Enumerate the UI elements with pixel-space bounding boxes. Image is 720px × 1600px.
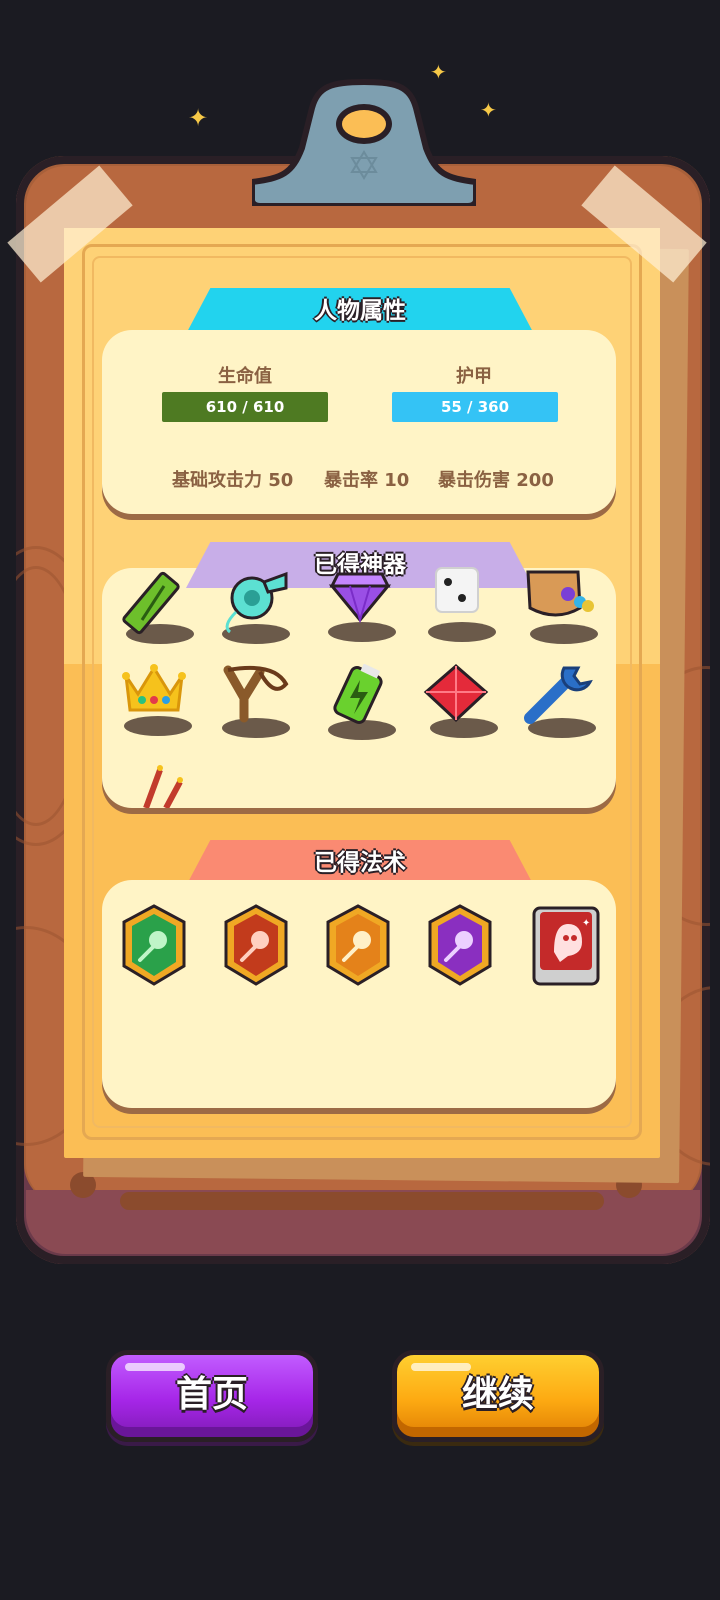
orange-comet-badge-icon[interactable] <box>324 904 392 988</box>
attack-stat: 基础攻击力 50 <box>172 470 294 491</box>
svg-text:✦: ✦ <box>582 918 590 929</box>
home-button[interactable]: 首页 <box>106 1350 318 1442</box>
slingshot-icon[interactable] <box>214 662 294 742</box>
crit-rate-stat: 暴击率 10 <box>324 470 410 491</box>
red-comet-badge-icon[interactable] <box>222 904 290 988</box>
ghost-card-icon[interactable]: ✦ <box>532 906 600 990</box>
continue-button[interactable]: 继续 <box>392 1350 604 1442</box>
wrench-icon[interactable] <box>520 662 600 742</box>
armor-value: 55 / 360 <box>440 398 510 416</box>
green-ruler-icon[interactable] <box>118 568 198 648</box>
red-gem-icon[interactable] <box>422 662 502 742</box>
home-button-label: 首页 <box>175 1374 248 1415</box>
hp-bar: 610 / 610 <box>162 392 328 422</box>
sparkle-icon: ✦ <box>480 98 497 122</box>
sparkle-icon: ✦ <box>188 104 209 132</box>
firecracker-icon[interactable] <box>122 754 202 808</box>
spells-title: 已得法术 <box>314 850 406 876</box>
character-tab: 人物属性 <box>186 288 534 334</box>
gem-bag-icon[interactable] <box>522 568 602 648</box>
continue-button-label: 继续 <box>461 1374 534 1415</box>
whistle-icon[interactable] <box>214 568 294 648</box>
battery-icon[interactable] <box>320 664 400 744</box>
character-title: 人物属性 <box>314 298 406 324</box>
purple-comet-badge-icon[interactable] <box>426 904 494 988</box>
green-comet-badge-icon[interactable] <box>120 904 188 988</box>
crit-damage-stat: 暴击伤害 200 <box>438 470 554 491</box>
dice-icon[interactable] <box>420 566 500 646</box>
hp-label: 生命值 <box>218 366 272 387</box>
armor-label: 护甲 <box>456 366 492 387</box>
crown-icon[interactable] <box>116 660 196 740</box>
clipboard-clip <box>252 78 476 206</box>
hp-value: 610 / 610 <box>205 398 285 416</box>
armor-bar: 55 / 360 <box>392 392 558 422</box>
purple-diamond-icon[interactable] <box>320 566 400 646</box>
